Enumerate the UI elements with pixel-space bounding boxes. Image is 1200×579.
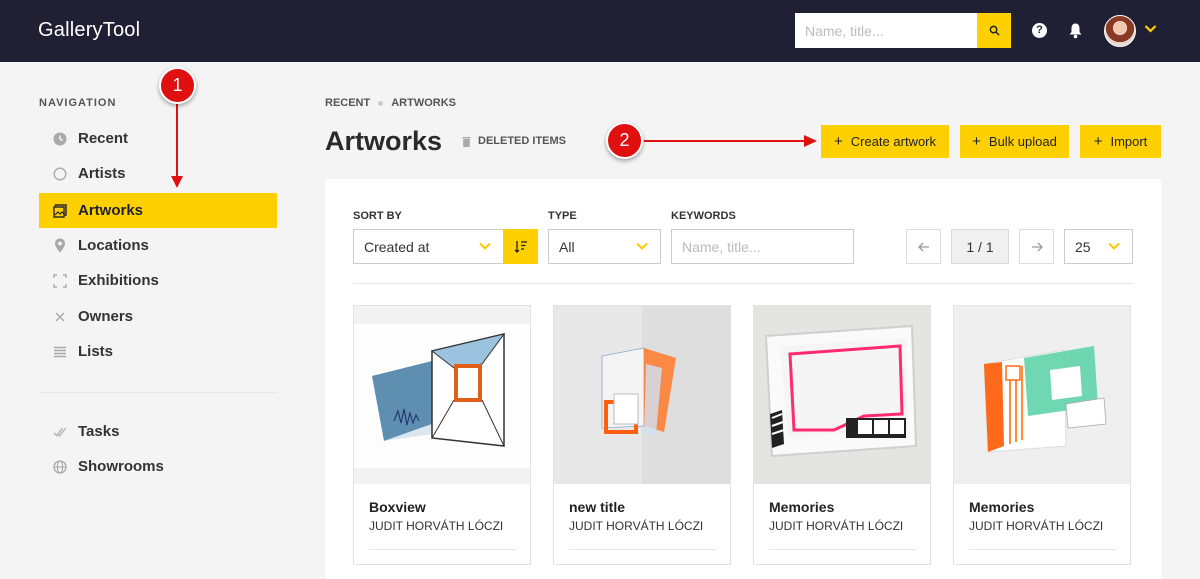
- annotation-badge-1: 1: [159, 67, 196, 104]
- annotation-badge-2: 2: [606, 122, 643, 159]
